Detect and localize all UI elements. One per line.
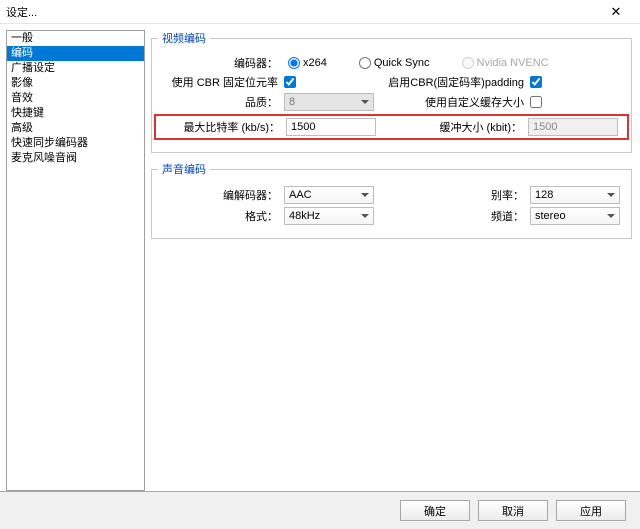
audio-channel-select[interactable]: stereo xyxy=(530,207,620,225)
cbr-row: 使用 CBR 固定位元率 启用CBR(固定码率)padding xyxy=(158,74,625,90)
encoder-x264-radio[interactable]: x264 xyxy=(288,57,327,69)
encoder-radiogroup: x264 Quick Sync Nvidia NVENC xyxy=(284,57,625,69)
titlebar: 设定... ✕ xyxy=(0,0,640,24)
audio-encoding-group: 声音编码 编解码器： AAC 别率： 128 格式： 48kHz 频道： ste… xyxy=(151,161,632,239)
encoder-row: 编码器： x264 Quick Sync Nvidia NVENC xyxy=(158,55,625,71)
encoder-x264-input[interactable] xyxy=(288,57,300,69)
encoder-quicksync-input[interactable] xyxy=(359,57,371,69)
custom-buffer-label: 使用自定义缓存大小 xyxy=(385,94,524,110)
encoder-nvenc-input xyxy=(462,57,474,69)
max-bitrate-input[interactable] xyxy=(291,121,371,133)
encoder-nvenc-radio: Nvidia NVENC xyxy=(462,57,549,69)
quality-row: 品质： 8 使用自定义缓存大小 xyxy=(158,93,625,111)
audio-bitrate-label: 别率： xyxy=(385,187,524,203)
audio-bitrate-select[interactable]: 128 xyxy=(530,186,620,204)
audio-codec-row: 编解码器： AAC 别率： 128 xyxy=(158,186,625,204)
video-legend: 视频编码 xyxy=(158,30,210,46)
apply-button[interactable]: 应用 xyxy=(556,500,626,521)
max-bitrate-field[interactable] xyxy=(286,118,376,136)
encoder-nvenc-label: Nvidia NVENC xyxy=(477,57,549,69)
sidebar-item-1[interactable]: 编码 xyxy=(7,46,144,61)
main-panel: 视频编码 编码器： x264 Quick Sync Nvidia NVENC xyxy=(145,30,632,491)
sidebar-item-2[interactable]: 广播设定 xyxy=(7,61,144,76)
audio-format-row: 格式： 48kHz 频道： stereo xyxy=(158,207,625,225)
sidebar-item-6[interactable]: 高级 xyxy=(7,121,144,136)
audio-format-select[interactable]: 48kHz xyxy=(284,207,374,225)
ok-button[interactable]: 确定 xyxy=(400,500,470,521)
audio-format-label: 格式： xyxy=(158,208,278,224)
sidebar[interactable]: 一般编码广播设定影像音效快捷键高级快速同步编码器麦克风噪音阀 xyxy=(6,30,145,491)
audio-codec-label: 编解码器： xyxy=(158,187,278,203)
close-icon[interactable]: ✕ xyxy=(600,4,632,20)
max-bitrate-row: 最大比特率 (kb/s)： 缓冲大小 (kbit)： 1500 xyxy=(160,118,623,136)
max-bitrate-label: 最大比特率 (kb/s)： xyxy=(160,119,280,135)
video-encoding-group: 视频编码 编码器： x264 Quick Sync Nvidia NVENC xyxy=(151,30,632,153)
sidebar-item-8[interactable]: 麦克风噪音阀 xyxy=(7,151,144,166)
audio-legend: 声音编码 xyxy=(158,161,210,177)
quality-label: 品质： xyxy=(158,94,278,110)
max-bitrate-highlight: 最大比特率 (kb/s)： 缓冲大小 (kbit)： 1500 xyxy=(154,114,629,140)
custom-buffer-checkbox[interactable] xyxy=(530,96,542,108)
buffer-size-field: 1500 xyxy=(528,118,618,136)
quality-select: 8 xyxy=(284,93,374,111)
sidebar-item-7[interactable]: 快速同步编码器 xyxy=(7,136,144,151)
cancel-button[interactable]: 取消 xyxy=(478,500,548,521)
use-cbr-checkbox[interactable] xyxy=(284,76,296,88)
enable-cbr-padding-label: 启用CBR(固定码率)padding xyxy=(385,74,524,90)
sidebar-item-0[interactable]: 一般 xyxy=(7,31,144,46)
encoder-label: 编码器： xyxy=(158,55,278,71)
sidebar-item-3[interactable]: 影像 xyxy=(7,76,144,91)
encoder-x264-label: x264 xyxy=(303,57,327,69)
button-bar: 确定 取消 应用 xyxy=(0,491,640,529)
sidebar-item-4[interactable]: 音效 xyxy=(7,91,144,106)
sidebar-item-5[interactable]: 快捷键 xyxy=(7,106,144,121)
content-area: 一般编码广播设定影像音效快捷键高级快速同步编码器麦克风噪音阀 视频编码 编码器：… xyxy=(0,24,640,491)
use-cbr-label: 使用 CBR 固定位元率 xyxy=(158,74,278,90)
buffer-size-label: 缓冲大小 (kbit)： xyxy=(387,119,522,135)
audio-codec-select[interactable]: AAC xyxy=(284,186,374,204)
encoder-quicksync-radio[interactable]: Quick Sync xyxy=(359,57,430,69)
encoder-quicksync-label: Quick Sync xyxy=(374,57,430,69)
audio-channel-label: 频道： xyxy=(385,208,524,224)
enable-cbr-padding-checkbox[interactable] xyxy=(530,76,542,88)
window-title: 设定... xyxy=(6,4,37,20)
